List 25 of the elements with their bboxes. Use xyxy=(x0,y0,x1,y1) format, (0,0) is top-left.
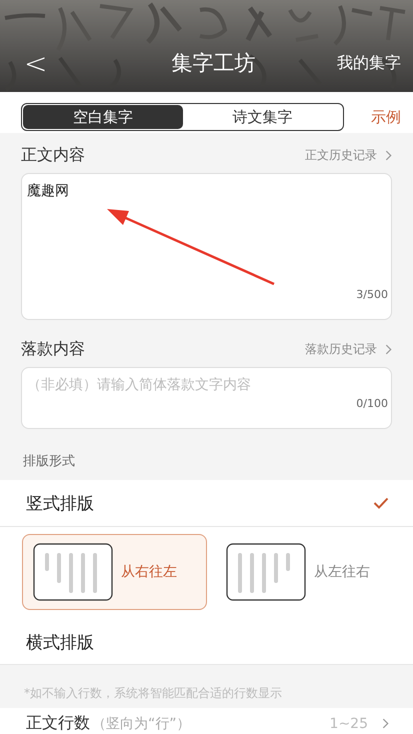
hint-text: *如不输入行数，系统将智能匹配合适的行数显示 xyxy=(0,665,413,708)
column-layout-icon xyxy=(33,543,113,601)
my-collection-link[interactable]: 我的集字 xyxy=(337,52,413,74)
section-label: 落款内容 xyxy=(21,338,85,360)
char-counter: 3/500 xyxy=(356,288,388,301)
mode-tab[interactable]: 空白集字 xyxy=(23,105,182,129)
checkmark-icon xyxy=(373,497,389,509)
field-hint: （竖向为“行”） xyxy=(92,714,191,732)
back-button[interactable]: < xyxy=(0,46,70,80)
chevron-right-icon xyxy=(385,150,392,160)
example-link[interactable]: 示例 xyxy=(371,108,401,126)
option-label: 从右往左 xyxy=(121,563,177,581)
direction-option[interactable]: 从左往右 xyxy=(215,534,400,610)
layout-option[interactable]: 竖式排版 xyxy=(26,492,94,514)
chevron-right-icon xyxy=(385,344,392,354)
field-label: 正文行数 xyxy=(26,713,90,734)
option-label: 从左往右 xyxy=(314,563,370,581)
chevron-right-icon xyxy=(382,718,389,729)
section-label: 正文内容 xyxy=(21,144,85,166)
char-counter: 0/100 xyxy=(356,397,388,410)
page-title: 集字工坊 xyxy=(170,50,256,77)
direction-option[interactable]: 从右往左 xyxy=(22,534,207,610)
layout-option[interactable]: 横式排版 xyxy=(26,630,94,654)
column-layout-icon xyxy=(226,543,306,601)
section-label: 排版形式 xyxy=(22,453,76,471)
